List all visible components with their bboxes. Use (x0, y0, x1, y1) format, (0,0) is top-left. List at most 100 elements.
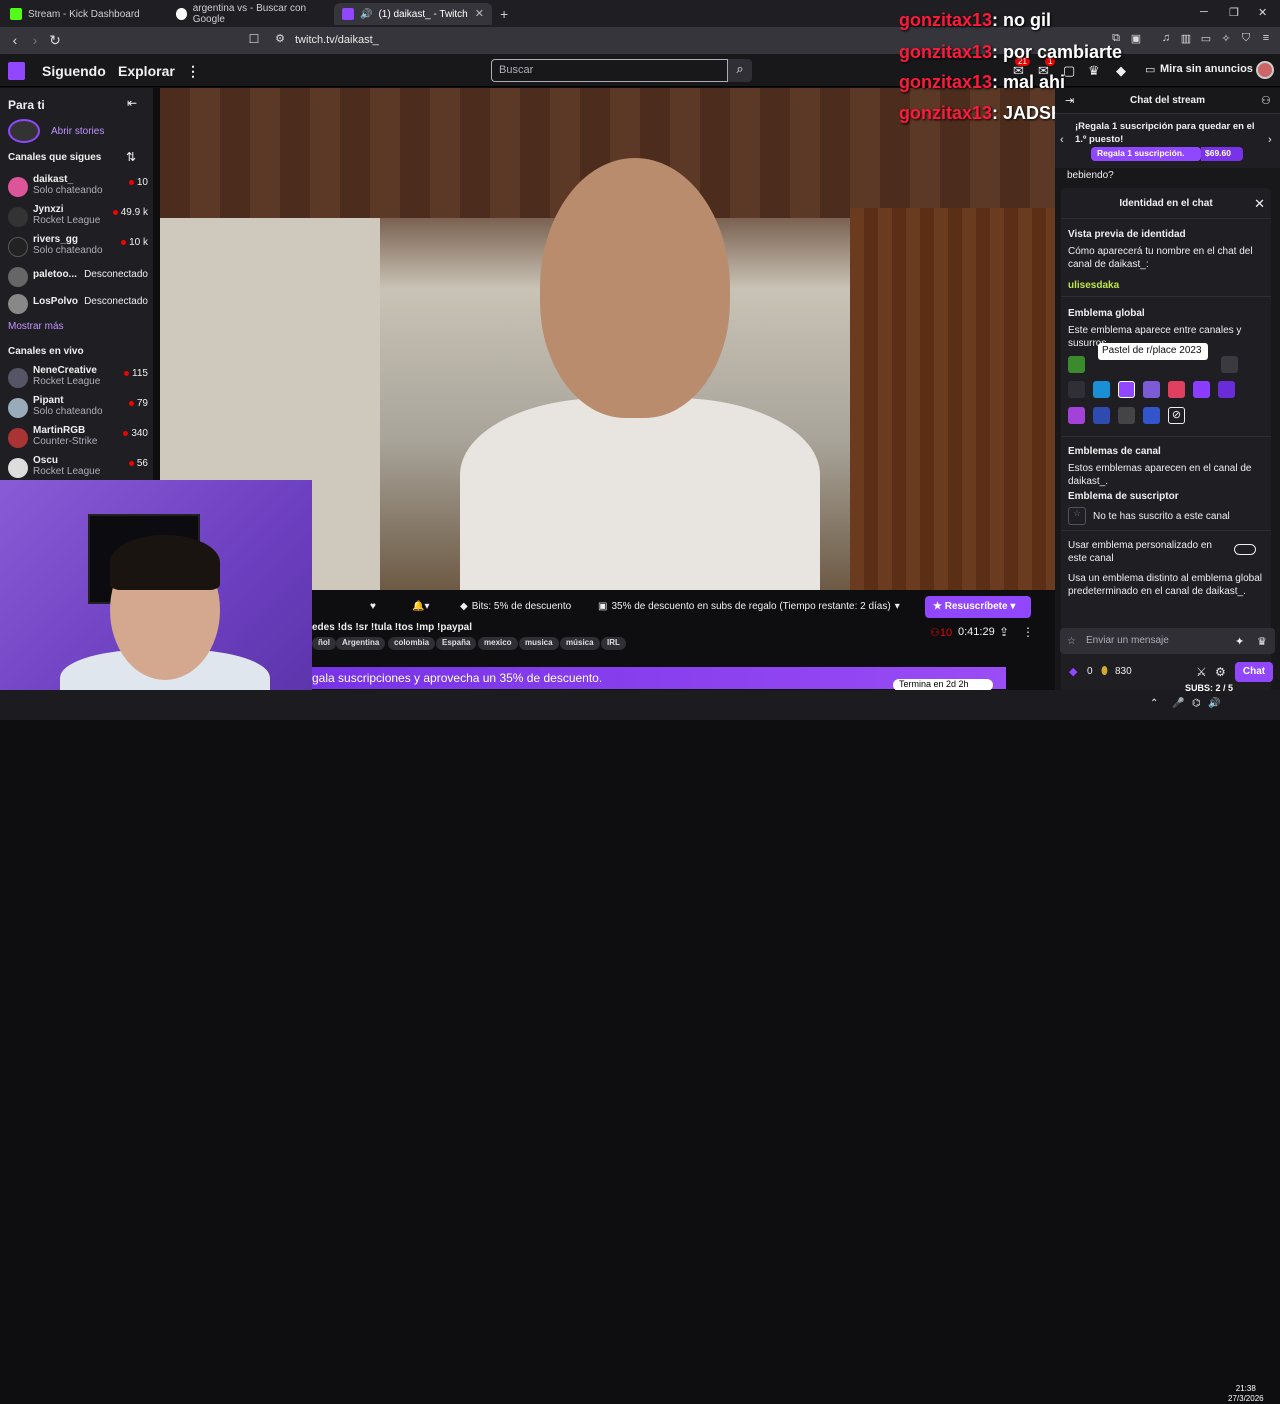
network-icon[interactable]: ⌬ (1192, 698, 1201, 709)
url-field[interactable]: twitch.tv/daikast_ (295, 34, 379, 46)
open-stories-link[interactable]: Abrir stories (51, 126, 104, 137)
channel-points-icon[interactable]: ⬮ (1101, 665, 1108, 678)
tag-pill[interactable]: colombia (388, 637, 436, 650)
explore-link[interactable]: Explorar (118, 63, 175, 79)
back-icon[interactable]: ‹ (7, 32, 23, 48)
more-menu-icon[interactable]: ⋮ (186, 63, 200, 80)
ad-free-button[interactable]: Mira sin anuncios (1160, 63, 1253, 75)
sidebar-item-oscu[interactable]: Oscu Rocket League 56 (8, 455, 148, 481)
bits-icon[interactable]: ◆ (1116, 63, 1126, 79)
music-icon[interactable]: ♫ (1158, 32, 1174, 44)
twitch-logo-icon[interactable] (8, 62, 25, 80)
badge-sub-icon[interactable] (1093, 407, 1110, 424)
bits-discount-button[interactable]: ◆ Bits: 5% de descuento (460, 596, 571, 616)
custom-badge-toggle[interactable] (1234, 544, 1256, 555)
share-icon[interactable]: ⇪ (999, 625, 1009, 639)
stories-avatar[interactable] (8, 119, 40, 143)
bits-icon[interactable]: ◆ (1069, 665, 1077, 678)
gift-sub-button[interactable]: Regala 1 suscripción. (1091, 147, 1201, 161)
reload-icon[interactable]: ↻ (47, 32, 63, 49)
live-dot-icon (121, 239, 127, 245)
more-options-icon[interactable]: ⋮ (1022, 625, 1034, 639)
sidebar-item-pipant[interactable]: Pipant Solo chateando 79 (8, 395, 148, 421)
shield-icon[interactable]: ⛉ (1238, 32, 1254, 45)
chevron-left-icon[interactable]: ‹ (1060, 134, 1064, 146)
sidebar-item-lospolvo[interactable]: LosPolvo Desconectado (8, 291, 148, 317)
tab-google-search[interactable]: argentina vs - Buscar con Google (168, 3, 333, 25)
close-window-icon[interactable]: ✕ (1258, 6, 1267, 19)
close-icon[interactable]: ✕ (1254, 196, 1265, 212)
following-link[interactable]: Siguendo (42, 63, 106, 79)
chat-send-button[interactable]: Chat (1235, 662, 1273, 682)
sidebar-item-nenecreative[interactable]: NeneCreative Rocket League 115 (8, 365, 148, 391)
for-you-heading: Para ti (8, 98, 45, 112)
sidebar-item-rivers[interactable]: rivers_gg Solo chateando 10 k (8, 234, 148, 260)
badge-qr-icon[interactable] (1118, 407, 1135, 424)
tab-kick-dashboard[interactable]: Stream - Kick Dashboard (2, 3, 167, 25)
users-icon[interactable]: ⚇ (1261, 94, 1271, 107)
live-dot-icon (128, 400, 134, 406)
tag-pill[interactable]: España (436, 637, 477, 650)
collapse-sidebar-icon[interactable]: ⇤ (127, 96, 137, 110)
system-clock[interactable]: 21:38 27/3/2026 (1228, 1384, 1264, 1404)
sidebar-item-paletoo[interactable]: paletoo... Desconectado (8, 264, 148, 290)
badge-none-icon[interactable] (1068, 381, 1085, 398)
badge-none-selected-icon[interactable]: ⊘ (1168, 407, 1185, 424)
sidebar-icon[interactable]: ▥ (1178, 32, 1194, 45)
bookmark-icon[interactable]: ☐ (246, 32, 262, 46)
badge-green-icon[interactable] (1068, 356, 1085, 373)
tag-pill[interactable]: mexico (478, 637, 518, 650)
show-more-link[interactable]: Mostrar más (8, 321, 64, 332)
chevron-right-icon[interactable]: › (1268, 134, 1272, 146)
resubscribe-button[interactable]: ★ Resuscríbete ▾ (925, 596, 1031, 618)
new-tab-icon[interactable]: + (500, 6, 508, 22)
close-tab-icon[interactable]: ✕ (475, 7, 484, 20)
tag-pill[interactable]: música (560, 637, 600, 650)
menu-icon[interactable]: ≡ (1258, 32, 1274, 44)
followed-channels-heading: Canales que sigues (8, 152, 102, 163)
prime-emote-icon[interactable]: ♛ (1257, 635, 1267, 648)
prime-icon[interactable]: ♛ (1088, 63, 1100, 79)
badge-bits-icon[interactable] (1143, 381, 1160, 398)
tag-pill[interactable]: IRL (601, 637, 626, 650)
badge-controller-icon[interactable] (1143, 407, 1160, 424)
tag-pill[interactable]: Argentina (336, 637, 386, 650)
badge-selector-icon[interactable]: ☆ (1067, 636, 1076, 647)
wallet-icon[interactable]: ▭ (1198, 32, 1214, 45)
sidebar-item-jynxzi[interactable]: Jynxzi Rocket League 49.9 k (8, 204, 148, 230)
ai-icon[interactable]: ✧ (1218, 32, 1234, 45)
minimize-icon[interactable]: ─ (1200, 6, 1208, 18)
translate-icon[interactable]: ▣ (1128, 32, 1144, 45)
gift-discount-button[interactable]: ▣ 35% de descuento en subs de regalo (Tie… (598, 596, 900, 616)
badge-muted-icon[interactable] (1221, 356, 1238, 373)
badge-prime-icon[interactable] (1093, 381, 1110, 398)
badge-gift-icon[interactable] (1068, 407, 1085, 424)
settings-gear-icon[interactable]: ⚙ (1215, 665, 1226, 679)
notification-bell-icon[interactable]: 🔔▾ (412, 596, 429, 616)
maximize-icon[interactable]: ❐ (1229, 6, 1239, 19)
sidebar-item-martinrgb[interactable]: MartinRGB Counter-Strike 340 (8, 425, 148, 451)
tag-pill[interactable]: musica (519, 637, 559, 650)
sort-icon[interactable]: ⇅ (126, 150, 136, 164)
badge-glitch-icon[interactable] (1218, 381, 1235, 398)
user-avatar[interactable] (1256, 61, 1274, 79)
moderation-icon[interactable]: ⚔ (1196, 665, 1207, 679)
mic-icon[interactable]: 🎤 (1172, 698, 1184, 709)
badge-rplace-cake-icon[interactable] (1118, 381, 1135, 398)
search-button[interactable]: ⌕ (728, 59, 752, 82)
badge-twitchcon-icon[interactable] (1193, 381, 1210, 398)
tag-pill[interactable]: ñol (312, 637, 336, 650)
volume-icon[interactable]: 🔊 (1208, 698, 1220, 709)
site-info-icon[interactable]: ⚙ (272, 32, 288, 45)
badge-heart-icon[interactable] (1168, 381, 1185, 398)
forward-icon[interactable]: › (27, 32, 43, 48)
gift-price[interactable]: $69.60 (1201, 147, 1243, 161)
tab-twitch[interactable]: 🔊 (1) daikast_ - Twitch ✕ (334, 3, 492, 25)
avatar (8, 237, 28, 257)
tray-chevron-icon[interactable]: ⌃ (1150, 698, 1158, 709)
sidebar-item-daikast[interactable]: daikast_ Solo chateando 10 (8, 174, 148, 200)
search-input[interactable]: Buscar (491, 59, 728, 82)
emote-picker-icon[interactable]: ✦ (1235, 635, 1244, 648)
custom-badge-label: Usar emblema personalizado en este canal (1068, 540, 1212, 564)
follow-heart-icon[interactable]: ♥ (370, 596, 376, 616)
